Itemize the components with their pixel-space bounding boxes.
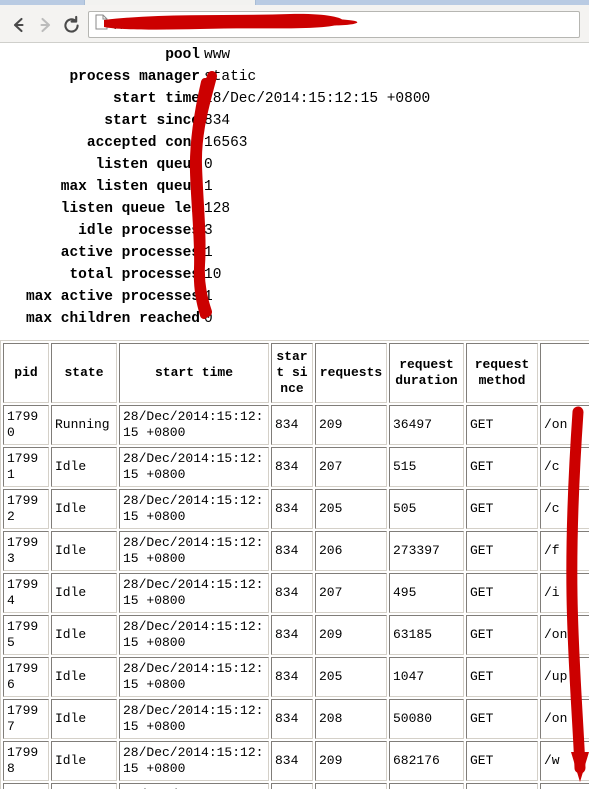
annotation-overlay	[104, 13, 589, 782]
uri-column-mark-arrowhead	[571, 752, 589, 782]
url-redaction-mark-2	[104, 13, 344, 30]
screenshot-root: ?full?html pool www process manager stat…	[0, 0, 589, 789]
uri-column-mark	[566, 406, 586, 774]
